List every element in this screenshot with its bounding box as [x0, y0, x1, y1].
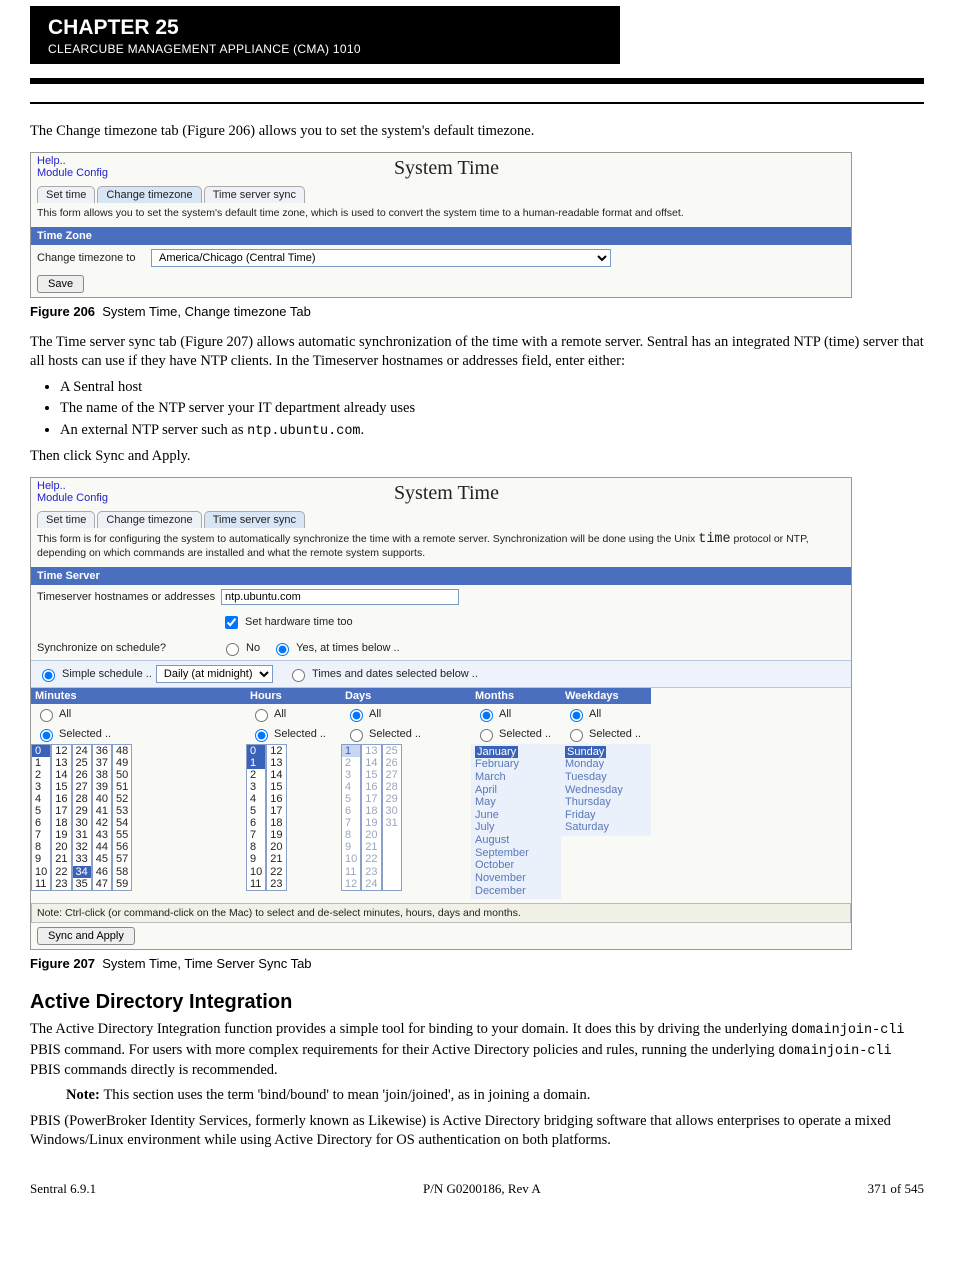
times-selected-radio[interactable] — [292, 669, 305, 682]
weekdays-list[interactable]: Sunday MondayTuesday WednesdayThursday F… — [561, 744, 651, 836]
paragraph: PBIS (PowerBroker Identity Services, for… — [30, 1112, 924, 1151]
section-bar-timeserver: Time Server — [31, 567, 851, 585]
help-link[interactable]: Help.. — [37, 480, 66, 492]
help-link[interactable]: Help.. — [37, 155, 66, 167]
note-paragraph: Note: This section uses the term 'bind/b… — [66, 1086, 924, 1106]
days-selected-radio[interactable] — [350, 729, 363, 742]
list-item: An external NTP server such as ntp.ubunt… — [60, 421, 924, 441]
header-rule — [30, 78, 924, 84]
simple-schedule-radio[interactable] — [42, 669, 55, 682]
months-selected-radio[interactable] — [480, 729, 493, 742]
row-label-timezone: Change timezone to — [37, 252, 147, 264]
col-header-months: Months — [471, 688, 561, 704]
figure-caption-206: Figure 206 System Time, Change timezone … — [30, 304, 924, 319]
row-label-hostnames: Timeserver hostnames or addresses — [37, 591, 217, 603]
module-config-link[interactable]: Module Config — [37, 492, 108, 504]
chapter-subtitle: CLEARCUBE MANAGEMENT APPLIANCE (CMA) 101… — [48, 42, 602, 56]
paragraph: The Time server sync tab (Figure 207) al… — [30, 333, 924, 372]
schedule-no-radio[interactable] — [226, 643, 239, 656]
months-list[interactable]: January FebruaryMarch AprilMay JuneJuly … — [471, 744, 561, 900]
checkbox-label: Set hardware time too — [245, 616, 353, 628]
tab-set-time[interactable]: Set time — [37, 186, 95, 203]
hours-selected-radio[interactable] — [255, 729, 268, 742]
bullet-list: A Sentral host The name of the NTP serve… — [60, 378, 924, 441]
days-all-radio[interactable] — [350, 709, 363, 722]
set-hardware-time-checkbox[interactable] — [225, 616, 238, 629]
months-all-radio[interactable] — [480, 709, 493, 722]
tab-time-server-sync[interactable]: Time server sync — [204, 511, 305, 528]
col-header-hours: Hours — [246, 688, 341, 704]
figure-caption-207: Figure 207 System Time, Time Server Sync… — [30, 956, 924, 971]
tab-change-timezone[interactable]: Change timezone — [97, 511, 201, 528]
paragraph: The Active Directory Integration functio… — [30, 1020, 924, 1080]
header-rule-thin — [30, 102, 924, 104]
screenshot-timeserver: Help.. Module Config System Time Set tim… — [30, 477, 852, 951]
ctrl-click-note: Note: Ctrl-click (or command-click on th… — [31, 903, 851, 923]
form-description: This form allows you to set the system's… — [31, 203, 851, 227]
minutes-all-radio[interactable] — [40, 709, 53, 722]
panel-title: System Time — [108, 155, 785, 186]
tab-set-time[interactable]: Set time — [37, 511, 95, 528]
section-heading-ad: Active Directory Integration — [30, 991, 924, 1014]
save-button[interactable]: Save — [37, 275, 84, 293]
col-header-minutes: Minutes — [31, 688, 246, 704]
hours-grid[interactable]: 01234567891011 121314151617181920212223 — [246, 744, 341, 891]
screenshot-timezone: Help.. Module Config System Time Set tim… — [30, 152, 852, 298]
module-config-link[interactable]: Module Config — [37, 167, 108, 179]
col-header-weekdays: Weekdays — [561, 688, 651, 704]
chapter-number: CHAPTER 25 — [48, 16, 602, 40]
page-footer: Sentral 6.9.1 P/N G0200186, Rev A 371 of… — [30, 1181, 924, 1197]
col-header-days: Days — [341, 688, 471, 704]
simple-schedule-select[interactable]: Daily (at midnight) — [156, 665, 273, 683]
panel-title: System Time — [108, 480, 785, 511]
list-item: A Sentral host — [60, 378, 924, 398]
sync-and-apply-button[interactable]: Sync and Apply — [37, 927, 135, 945]
timezone-select[interactable]: America/Chicago (Central Time) — [151, 249, 611, 267]
weekdays-all-radio[interactable] — [570, 709, 583, 722]
days-grid[interactable]: 123456789101112 131415161718192021222324… — [341, 744, 471, 891]
minutes-grid[interactable]: 01234567891011 121314151617181920212223 … — [31, 744, 246, 891]
doc-header: CHAPTER 25 CLEARCUBE MANAGEMENT APPLIANC… — [30, 6, 924, 64]
list-item: The name of the NTP server your IT depar… — [60, 399, 924, 419]
timeserver-host-input[interactable] — [221, 589, 459, 605]
section-bar-timezone: Time Zone — [31, 227, 851, 245]
minutes-selected-radio[interactable] — [40, 729, 53, 742]
weekdays-selected-radio[interactable] — [570, 729, 583, 742]
tab-change-timezone[interactable]: Change timezone — [97, 186, 201, 203]
schedule-yes-radio[interactable] — [276, 643, 289, 656]
hours-all-radio[interactable] — [255, 709, 268, 722]
form-description: This form is for configuring the system … — [31, 528, 851, 567]
paragraph: The Change timezone tab (Figure 206) all… — [30, 122, 924, 142]
tab-time-server-sync[interactable]: Time server sync — [204, 186, 305, 203]
row-label-schedule: Synchronize on schedule? — [37, 642, 217, 654]
paragraph: Then click Sync and Apply. — [30, 447, 924, 467]
